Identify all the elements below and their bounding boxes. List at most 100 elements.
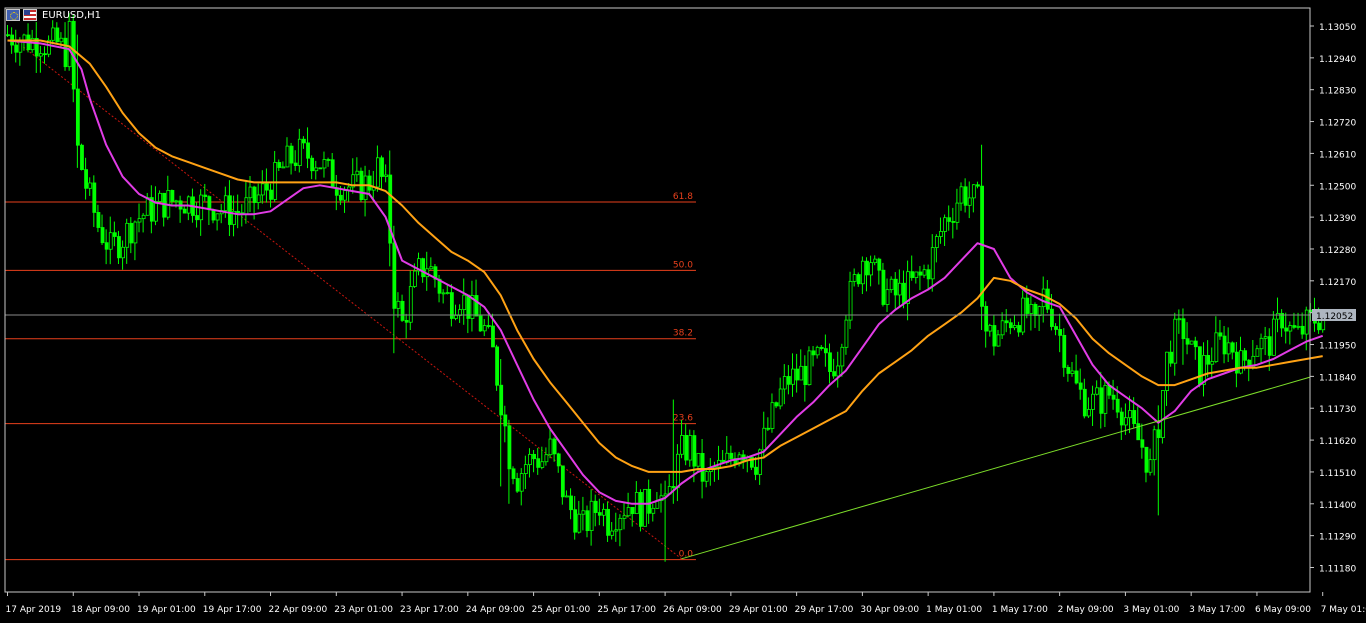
candle-body — [922, 269, 927, 276]
candle-body — [1288, 325, 1293, 332]
candle-body — [297, 138, 302, 166]
candle-body — [906, 271, 910, 304]
candle-body — [869, 262, 873, 276]
candle-body — [108, 232, 113, 250]
candle-body — [902, 282, 906, 304]
candle-body — [380, 157, 384, 177]
candle-body — [260, 183, 265, 196]
candle-body — [688, 435, 693, 461]
candle-body — [429, 266, 434, 270]
candle-body — [491, 325, 495, 348]
fib-level-label: 38.2 — [673, 329, 693, 339]
candle-body — [1185, 338, 1190, 345]
candle-body — [630, 506, 635, 515]
candle-body — [577, 513, 582, 533]
candle-body — [1181, 318, 1186, 340]
candle-body — [343, 190, 347, 201]
candle-body — [1259, 337, 1264, 350]
candle-body — [556, 453, 561, 467]
candle-body — [117, 236, 121, 259]
x-tick-label: 29 Apr 17:00 — [795, 605, 854, 615]
candle-body — [1095, 387, 1100, 395]
candle-body — [6, 34, 10, 37]
candle-body — [228, 195, 232, 225]
candle-body — [770, 402, 775, 429]
candle-body — [565, 495, 569, 498]
y-tick-label: 1.12170 — [1319, 278, 1356, 288]
candle-body — [1218, 332, 1223, 337]
candle-body — [963, 186, 968, 206]
chart-window[interactable]: 61.8 50.0 38.2 23.6 0.0 1.13050 1.12940 1.1283… — [0, 0, 1366, 619]
candle-body — [1000, 320, 1005, 336]
candle-body — [560, 465, 565, 498]
candle-body — [934, 236, 939, 248]
candle-body — [1271, 318, 1276, 356]
x-tick-label: 6 May 09:00 — [1255, 605, 1311, 615]
candle-body — [273, 162, 278, 200]
candle-body — [1054, 326, 1058, 330]
candle-body — [803, 365, 808, 386]
candle-body — [1124, 417, 1128, 426]
y-tick-label: 1.11840 — [1319, 373, 1356, 383]
candle-body — [1013, 325, 1017, 329]
candle-body — [18, 41, 23, 53]
fibonacci-retracement[interactable]: 61.850.038.223.60.0 — [5, 34, 696, 561]
candle-body — [384, 174, 389, 177]
x-tick-label: 30 Apr 09:00 — [860, 605, 919, 615]
fib-level-label: 50.0 — [673, 260, 693, 270]
candle-body — [984, 305, 989, 332]
y-tick-label: 1.11620 — [1319, 437, 1356, 447]
candle-body — [400, 300, 405, 321]
x-tick-label: 1 May 17:00 — [992, 605, 1048, 615]
candle-body — [454, 315, 458, 319]
candle-body — [421, 258, 426, 278]
symbol-bar: EURUSD,H1 — [6, 8, 101, 22]
candle-body — [955, 202, 960, 223]
candle-body — [729, 452, 734, 459]
candle-body — [992, 325, 997, 347]
candle-body — [1300, 325, 1305, 335]
candle-body — [203, 194, 208, 197]
candle-body — [552, 438, 557, 455]
candle-body — [112, 232, 117, 237]
candle-body — [811, 350, 816, 356]
candle-body — [823, 348, 828, 354]
candle-body — [404, 320, 409, 323]
candle-body — [1255, 348, 1260, 357]
price-chart[interactable]: 61.850.038.223.60.0 1.130501.129401.1283… — [0, 0, 1366, 619]
fib-level-label: 23.6 — [673, 414, 693, 424]
candle-body — [211, 209, 216, 221]
candle-body — [1317, 322, 1321, 331]
candle-body — [154, 201, 158, 222]
candle-body — [528, 453, 532, 466]
candle-body — [671, 486, 676, 489]
candle-body — [92, 182, 97, 213]
candle-body — [782, 376, 787, 390]
candle-body — [692, 435, 697, 467]
candle-body — [1152, 429, 1157, 461]
candle-body — [914, 271, 919, 278]
candle-body — [532, 453, 536, 460]
candle-body — [1140, 439, 1145, 448]
candle-body — [96, 212, 101, 228]
candle-body — [593, 500, 598, 513]
y-tick-label: 1.13050 — [1319, 23, 1356, 33]
candle-body — [503, 414, 508, 427]
candle-body — [1239, 350, 1243, 374]
candle-body — [80, 144, 84, 171]
y-tick-label: 1.11730 — [1319, 405, 1356, 415]
candle-body — [885, 289, 890, 305]
candle-body — [1017, 325, 1021, 333]
candle-body — [1193, 340, 1198, 348]
candle-body — [943, 217, 947, 232]
candle-body — [293, 162, 298, 166]
x-tick-label: 3 May 17:00 — [1189, 605, 1245, 615]
candle-body — [1173, 318, 1178, 364]
candle-body — [647, 488, 652, 514]
candle-body — [971, 184, 976, 199]
candle-body — [265, 183, 269, 191]
candle-body — [306, 142, 310, 159]
candle-body — [754, 466, 758, 475]
candle-body — [170, 190, 175, 202]
candle-body — [1037, 306, 1042, 317]
